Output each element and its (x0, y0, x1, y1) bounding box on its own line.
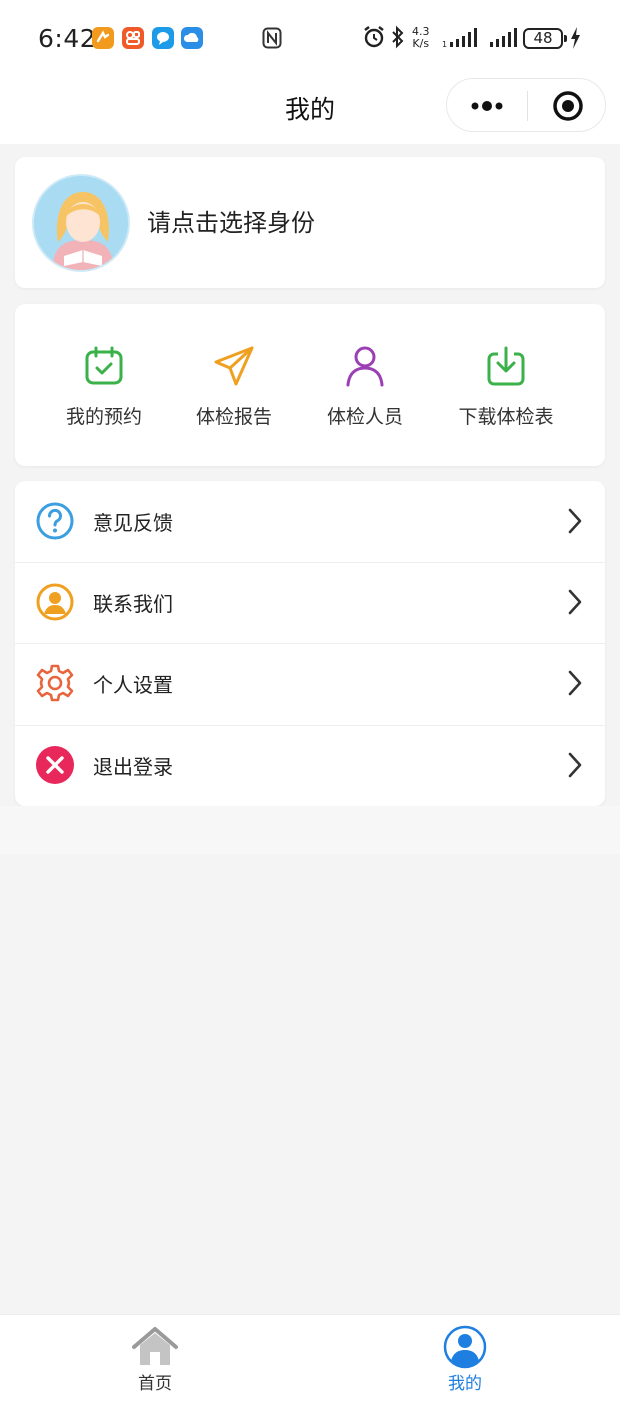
avatar (32, 174, 130, 272)
menu-item-contact-us[interactable]: 联系我们 (15, 562, 605, 643)
menu-item-logout[interactable]: 退出登录 (15, 725, 605, 806)
chevron-right-icon (568, 752, 582, 778)
tab-label: 我的 (448, 1374, 482, 1394)
message-app-icon (152, 27, 174, 49)
svg-text:1: 1 (442, 40, 447, 48)
menu-item-feedback[interactable]: 意见反馈 (15, 481, 605, 562)
bluetooth-icon (390, 24, 406, 54)
my-appointments-button[interactable]: 我的预约 (39, 344, 169, 444)
nfc-icon (262, 27, 282, 49)
menu-item-label: 退出登录 (93, 755, 173, 779)
person-icon (346, 346, 384, 387)
app-notification-icon (92, 27, 114, 49)
quick-action-label: 体检报告 (195, 406, 272, 428)
battery-indicator: 48 (523, 28, 567, 49)
profile-icon (443, 1325, 487, 1369)
quick-action-label: 下载体检表 (458, 406, 554, 428)
home-icon (132, 1327, 178, 1365)
user-circle-icon (36, 583, 74, 621)
profile-card[interactable]: 请点击选择身份 (15, 157, 605, 288)
content-bottom-strip (0, 806, 620, 854)
close-circle-icon (36, 746, 74, 784)
signal-icon (490, 28, 518, 52)
gear-icon (36, 664, 74, 702)
chevron-right-icon (568, 508, 582, 534)
target-circle-icon (553, 91, 583, 121)
tab-bar: 首页 我的 (0, 1314, 620, 1401)
tab-label: 首页 (138, 1374, 172, 1394)
more-dots-icon (471, 101, 503, 111)
quick-action-label: 体检人员 (326, 406, 403, 428)
signal-icon: 1 (442, 28, 480, 52)
tab-mine[interactable]: 我的 (310, 1315, 620, 1401)
menu-list: 意见反馈 联系我们 个人设置 退出登录 (15, 481, 605, 806)
charging-icon (569, 26, 581, 54)
download-exam-form-button[interactable]: 下载体检表 (441, 344, 571, 444)
row-divider (15, 725, 605, 726)
row-divider (15, 562, 605, 563)
menu-item-personal-settings[interactable]: 个人设置 (15, 643, 605, 724)
calendar-check-icon (85, 346, 123, 385)
more-button[interactable] (447, 79, 527, 133)
quick-actions-card: 我的预约 体检报告 体检人员 下载体检表 (15, 304, 605, 466)
network-speed: 4.3 K/s (412, 26, 430, 50)
network-speed-unit: K/s (412, 37, 430, 50)
quick-action-label: 我的预约 (65, 406, 142, 428)
app-notification-icon (122, 27, 144, 49)
download-tray-icon (487, 346, 525, 386)
chevron-right-icon (568, 589, 582, 615)
cloud-app-icon (181, 27, 203, 49)
menu-item-label: 联系我们 (93, 592, 173, 616)
exam-people-button[interactable]: 体检人员 (300, 344, 430, 444)
close-mini-program-button[interactable] (528, 79, 607, 133)
menu-item-label: 意见反馈 (93, 511, 173, 535)
question-circle-icon (36, 502, 74, 540)
paper-plane-icon (214, 346, 254, 386)
status-bar: 6:42 4.3 K/s 1 48 (0, 0, 620, 78)
mini-program-capsule (446, 78, 606, 132)
alarm-icon (362, 24, 386, 54)
row-divider (15, 643, 605, 644)
girl-avatar-icon (34, 176, 128, 270)
tab-home[interactable]: 首页 (0, 1315, 310, 1401)
nav-bar: 我的 (0, 78, 620, 144)
status-time: 6:42 (38, 24, 97, 53)
select-identity-prompt: 请点击选择身份 (147, 209, 315, 237)
exam-report-button[interactable]: 体检报告 (169, 344, 299, 444)
menu-item-label: 个人设置 (93, 673, 173, 697)
chevron-right-icon (568, 670, 582, 696)
